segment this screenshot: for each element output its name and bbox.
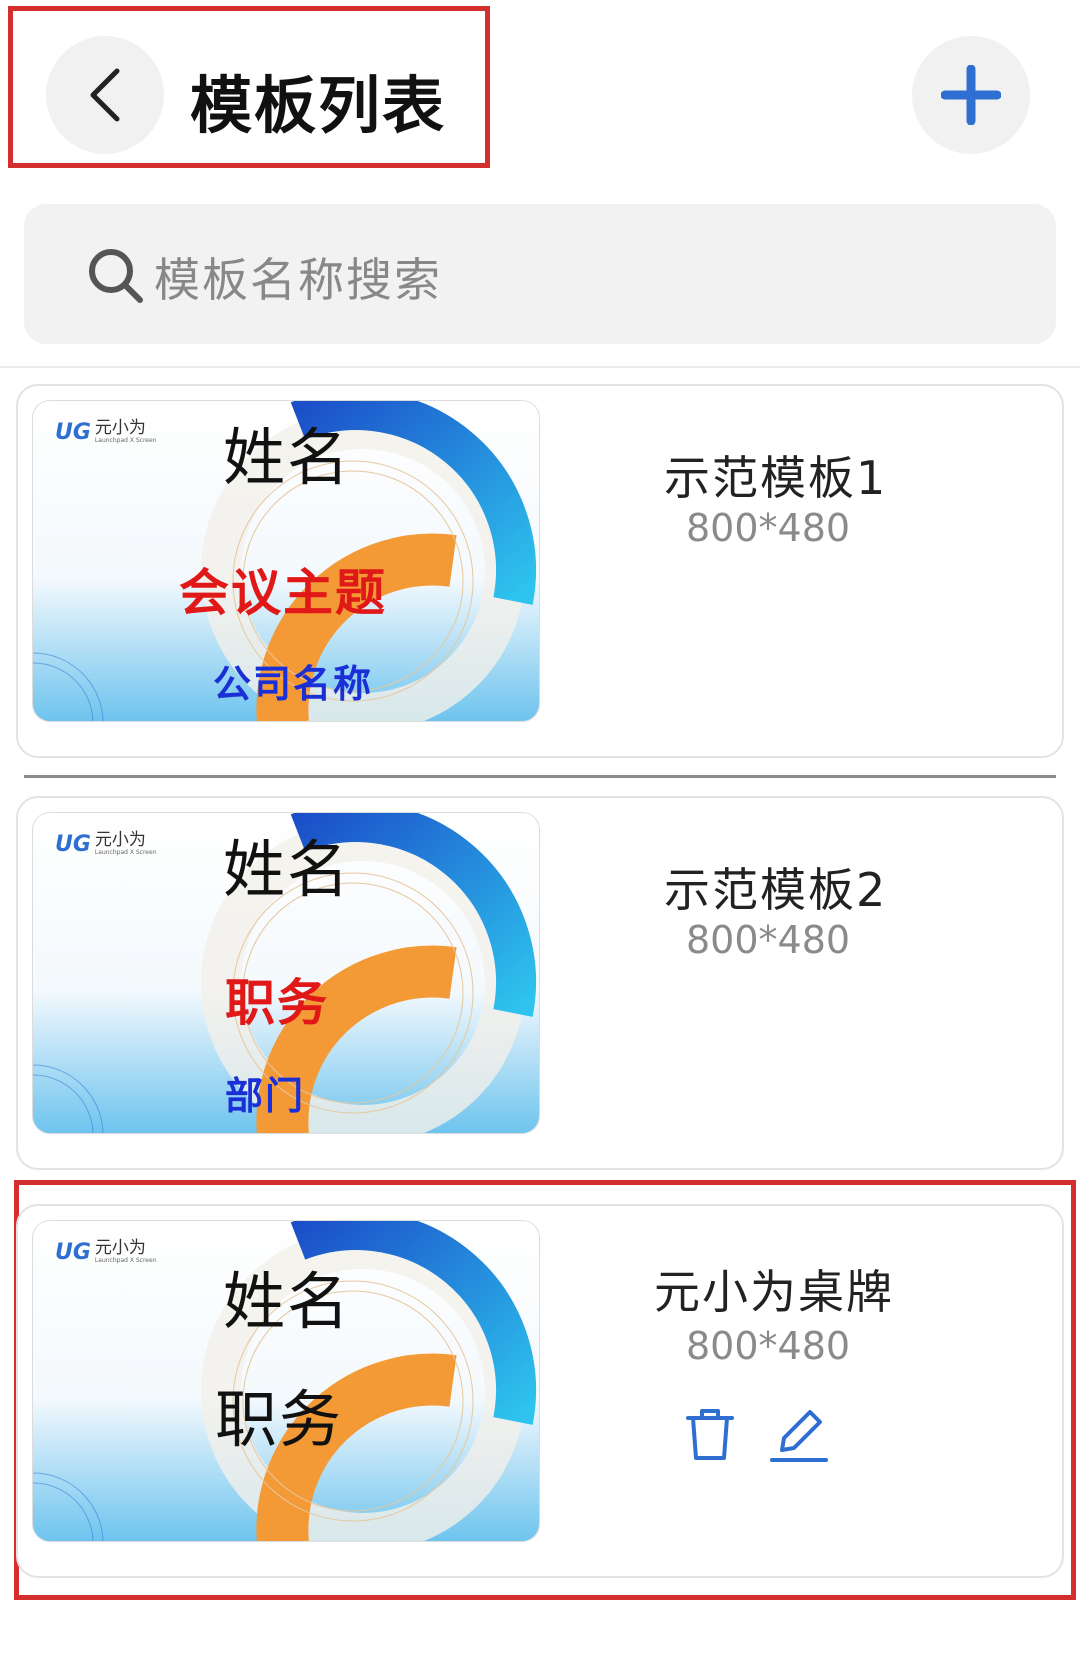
template-card[interactable]: UG 元小为 Launchpad X Screen 姓名 会议主题 公司名称 示范… [16, 384, 1064, 758]
page-title: 模板列表 [190, 69, 447, 142]
template-preview: UG 元小为 Launchpad X Screen 姓名 职务 [32, 1220, 540, 1542]
preview-company: 公司名称 [213, 662, 374, 706]
template-name: 示范模板1 [664, 451, 888, 505]
template-size: 800*480 [686, 506, 851, 550]
preview-department: 部门 [225, 1074, 306, 1118]
preview-name: 姓名 [223, 833, 352, 906]
company-logo: UG 元小为 Launchpad X Screen [55, 830, 157, 857]
search-placeholder: 模板名称搜索 [154, 253, 442, 307]
trash-icon[interactable] [686, 1408, 734, 1462]
template-name: 示范模板2 [664, 863, 888, 917]
search-icon [89, 249, 143, 303]
company-logo: UG 元小为 Launchpad X Screen [55, 418, 157, 445]
template-card[interactable]: UG 元小为 Launchpad X Screen 姓名 职务 元小为桌牌 800… [16, 1204, 1064, 1578]
template-preview: UG 元小为 Launchpad X Screen 姓名 会议主题 公司名称 [32, 400, 540, 722]
template-preview: UG 元小为 Launchpad X Screen 姓名 职务 部门 [32, 812, 540, 1134]
plus-icon [941, 65, 1001, 125]
template-card[interactable]: UG 元小为 Launchpad X Screen 姓名 职务 部门 示范模板2 … [16, 796, 1064, 1170]
template-name: 元小为桌牌 [654, 1265, 894, 1319]
preview-name: 姓名 [223, 421, 352, 494]
back-button[interactable] [46, 36, 164, 154]
company-logo: UG 元小为 Launchpad X Screen [55, 1238, 157, 1265]
add-template-button[interactable] [912, 36, 1030, 154]
header-divider [0, 366, 1080, 368]
preview-title: 职务 [215, 1383, 344, 1456]
template-size: 800*480 [686, 918, 851, 962]
list-divider [24, 775, 1056, 778]
template-size: 800*480 [686, 1324, 851, 1368]
preview-title: 职务 [225, 974, 329, 1032]
preview-name: 姓名 [223, 1265, 352, 1338]
preview-topic: 会议主题 [179, 564, 387, 622]
pencil-icon[interactable] [770, 1406, 828, 1464]
search-input[interactable]: 模板名称搜索 [24, 204, 1056, 344]
chevron-left-icon [90, 68, 120, 122]
